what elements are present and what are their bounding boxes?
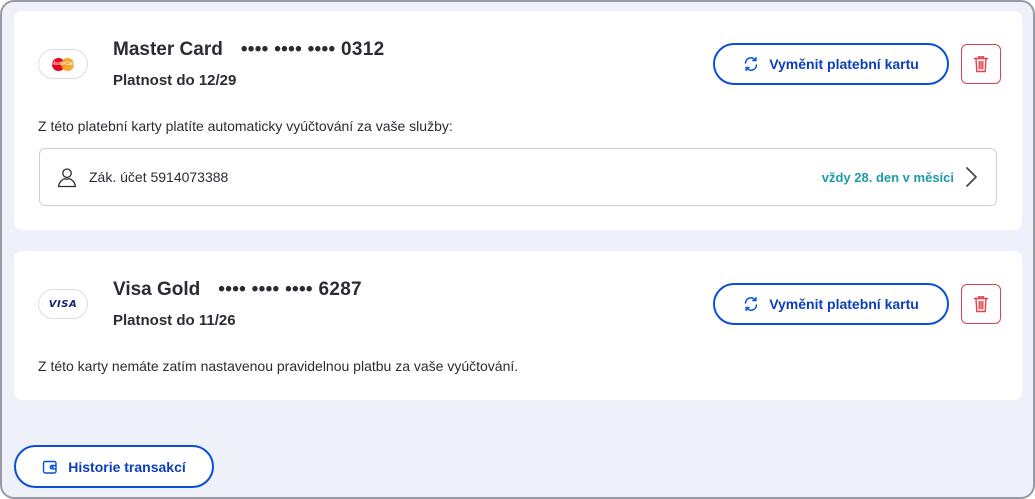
payment-cards-panel: MasterCard Master Card •••• •••• •••• 03… bbox=[0, 0, 1035, 499]
replace-card-button[interactable]: Vyměnit platební kartu bbox=[713, 43, 949, 85]
visa-logo-icon: VISA bbox=[38, 289, 88, 319]
mastercard-logo-icon: MasterCard bbox=[38, 49, 88, 79]
replace-card-label: Vyměnit platební kartu bbox=[769, 296, 919, 312]
replace-card-button[interactable]: Vyměnit platební kartu bbox=[713, 283, 949, 325]
person-icon bbox=[57, 168, 77, 188]
card-validity: Platnost do 12/29 bbox=[113, 72, 237, 89]
payment-card-mastercard: MasterCard Master Card •••• •••• •••• 03… bbox=[14, 11, 1022, 230]
replace-card-label: Vyměnit platební kartu bbox=[769, 56, 919, 72]
refresh-icon bbox=[744, 296, 758, 312]
payment-card-visa: VISA Visa Gold •••• •••• •••• 6287 Platn… bbox=[14, 251, 1022, 400]
card-number: •••• •••• •••• 0312 bbox=[240, 39, 385, 60]
delete-card-button[interactable] bbox=[961, 44, 1001, 84]
trash-icon bbox=[973, 296, 989, 313]
linked-account-row[interactable]: Zák. účet 5914073388 vždy 28. den v měsí… bbox=[39, 148, 997, 206]
card-info-text: Z této karty nemáte zatím nastavenou pra… bbox=[38, 358, 519, 374]
card-name: Master Card bbox=[113, 39, 223, 60]
card-validity: Platnost do 11/26 bbox=[113, 312, 236, 329]
account-label: Zák. účet 5914073388 bbox=[89, 169, 229, 185]
card-name: Visa Gold bbox=[113, 279, 201, 300]
visa-logo-text: VISA bbox=[48, 298, 78, 310]
wallet-icon bbox=[43, 460, 57, 474]
refresh-icon bbox=[744, 56, 758, 72]
chevron-right-icon bbox=[966, 167, 977, 187]
card-title: Master Card •••• •••• •••• 0312 bbox=[113, 39, 384, 61]
card-info-text: Z této platební karty platíte automatick… bbox=[38, 118, 453, 134]
payment-schedule: vždy 28. den v měsíci bbox=[821, 169, 954, 185]
card-number: •••• •••• •••• 6287 bbox=[218, 279, 362, 300]
trash-icon bbox=[973, 56, 989, 73]
transaction-history-label: Historie transakcí bbox=[68, 458, 186, 475]
mastercard-logo-text: MasterCard bbox=[50, 60, 76, 67]
card-title: Visa Gold •••• •••• •••• 6287 bbox=[113, 279, 362, 301]
delete-card-button[interactable] bbox=[961, 284, 1001, 324]
transaction-history-button[interactable]: Historie transakcí bbox=[14, 445, 214, 488]
